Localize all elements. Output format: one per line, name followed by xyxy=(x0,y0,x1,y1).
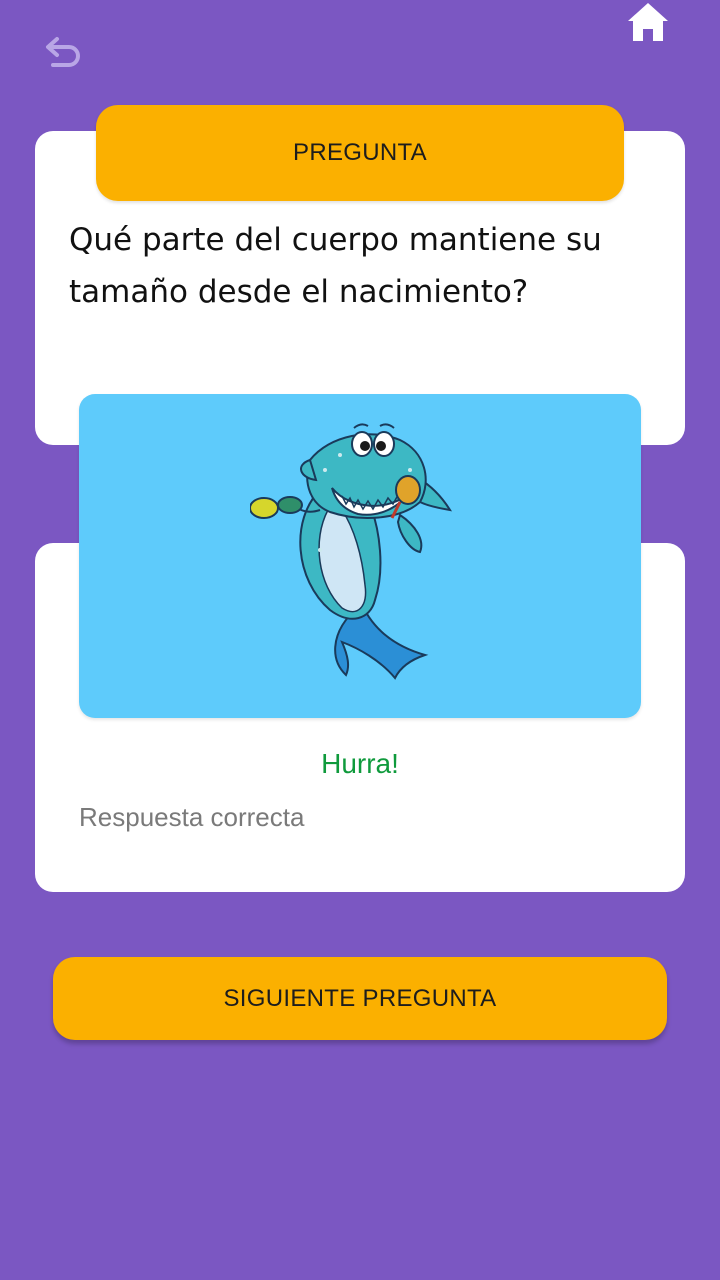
home-icon xyxy=(628,3,668,41)
shark-illustration xyxy=(250,423,453,680)
back-button[interactable] xyxy=(40,30,86,76)
home-button[interactable] xyxy=(624,0,672,44)
undo-arrow-icon xyxy=(46,37,80,67)
result-subtitle: Respuesta correcta xyxy=(79,802,305,832)
result-title: Hurra! xyxy=(321,748,399,779)
question-text: Qué parte del cuerpo mantiene su tamaño … xyxy=(69,222,602,310)
next-question-label: SIGUIENTE PREGUNTA xyxy=(223,984,497,1012)
question-header-label: PREGUNTA xyxy=(293,139,427,166)
question-header: PREGUNTA xyxy=(96,105,624,201)
next-question-button[interactable]: SIGUIENTE PREGUNTA xyxy=(53,957,667,1040)
